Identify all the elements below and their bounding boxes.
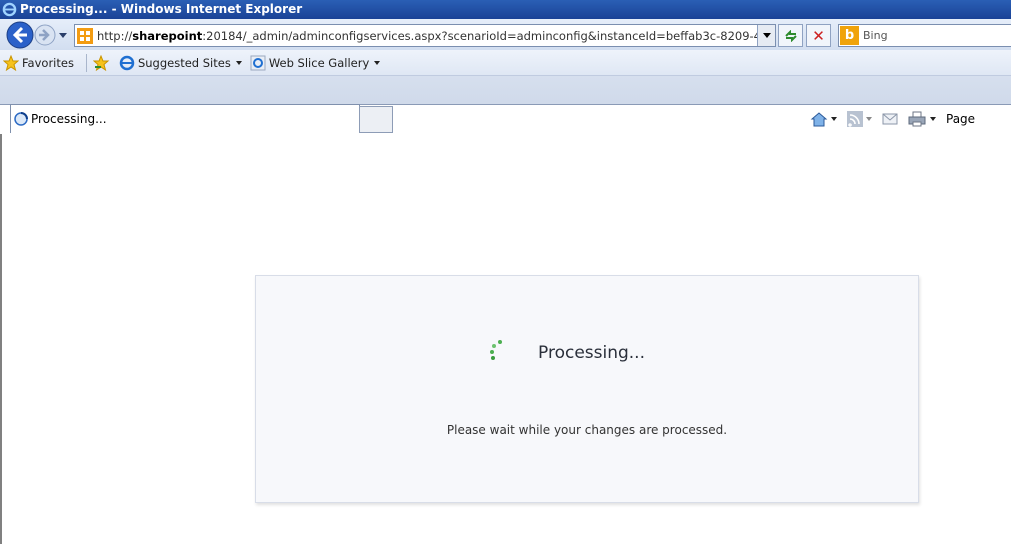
tab-label: Processing... <box>31 112 107 126</box>
add-favorite-icon <box>92 54 110 71</box>
chevron-down-icon <box>762 33 771 38</box>
bing-icon: b <box>840 26 859 45</box>
chevron-down-icon <box>374 60 381 65</box>
rss-feed-icon <box>847 110 863 127</box>
home-icon <box>810 111 828 126</box>
favorites-button[interactable]: Favorites <box>3 54 74 71</box>
web-slice-gallery-button[interactable]: Web Slice Gallery <box>250 55 381 71</box>
separator <box>85 53 87 72</box>
mail-icon <box>882 113 898 124</box>
ie-page-icon <box>119 55 135 70</box>
tab-bar: Processing... Page <box>0 76 1011 135</box>
web-slice-icon <box>250 55 266 70</box>
compatibility-refresh-button[interactable] <box>778 24 803 47</box>
recent-pages-dropdown[interactable] <box>59 33 67 38</box>
page-viewport: Processing... Please wait while your cha… <box>0 134 1011 544</box>
close-icon: ✕ <box>812 26 825 45</box>
address-field[interactable]: http://sharepoint:20184/_admin/adminconf… <box>74 24 776 47</box>
chevron-down-icon <box>930 116 936 121</box>
tab-processing[interactable]: Processing... <box>10 104 360 133</box>
print-button[interactable] <box>908 111 936 127</box>
address-url: http://sharepoint:20184/_admin/adminconf… <box>97 28 761 43</box>
feeds-button[interactable] <box>847 110 872 127</box>
loading-icon <box>14 112 28 126</box>
page-menu-button[interactable]: Page <box>946 112 975 126</box>
favorites-bar: Favorites Suggested Sites Web Slice Gall… <box>0 50 1011 76</box>
spinner-icon <box>490 340 502 360</box>
processing-dialog: Processing... Please wait while your cha… <box>255 275 919 503</box>
address-dropdown-button[interactable] <box>757 25 775 46</box>
navigation-bar: http://sharepoint:20184/_admin/adminconf… <box>0 19 1011 50</box>
chevron-down-icon <box>235 60 242 65</box>
suggested-sites-button[interactable]: Suggested Sites <box>119 55 242 71</box>
stop-button[interactable]: ✕ <box>806 24 831 47</box>
window-titlebar: Processing... - Windows Internet Explore… <box>0 0 1011 19</box>
read-mail-button[interactable] <box>882 113 898 125</box>
chevron-down-icon <box>866 116 872 121</box>
home-button[interactable] <box>810 111 837 127</box>
search-provider-label: Bing <box>863 29 888 42</box>
forward-button[interactable] <box>34 24 56 46</box>
chevron-down-icon <box>831 116 837 121</box>
internet-explorer-icon <box>2 2 17 17</box>
refresh-icon <box>784 29 797 42</box>
back-button[interactable] <box>6 21 34 49</box>
printer-icon <box>908 111 926 126</box>
window-title: Processing... - Windows Internet Explore… <box>20 2 303 16</box>
dialog-title: Processing... <box>538 343 645 363</box>
star-icon <box>3 54 19 71</box>
new-tab-button[interactable] <box>359 106 393 133</box>
dialog-message: Please wait while your changes are proce… <box>446 423 728 437</box>
command-bar: Page <box>810 106 975 131</box>
search-field[interactable]: b Bing <box>838 24 1011 47</box>
add-to-favorites-bar-button[interactable] <box>92 54 111 71</box>
sharepoint-favicon-icon <box>77 27 93 44</box>
